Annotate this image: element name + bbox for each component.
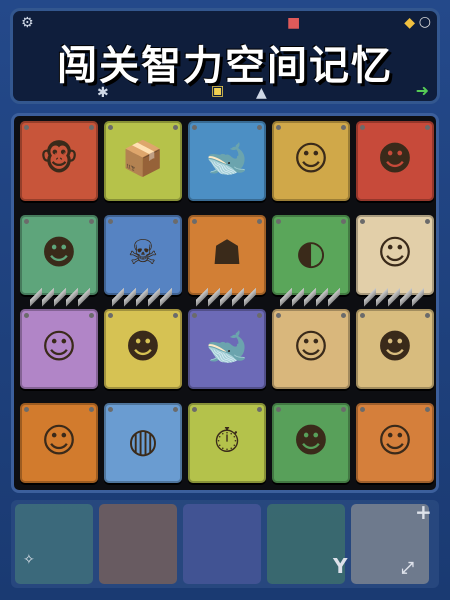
memory-tile-bald[interactable]: ☻ — [356, 121, 434, 201]
blonde-icon: ☺ — [41, 421, 77, 461]
spike-trap — [364, 286, 424, 308]
red-gem-icon: ■ — [287, 15, 301, 31]
memory-tile-man[interactable]: ☻ — [104, 309, 182, 389]
memory-tile-stopwatch[interactable]: ⏱ — [188, 403, 266, 483]
chevron-up-icon[interactable]: ▲ — [256, 85, 267, 101]
memory-tile-baby[interactable]: ☺ — [20, 309, 98, 389]
bowl-icon: ☻ — [293, 421, 329, 461]
baby-icon: ☺ — [41, 327, 77, 367]
memory-tile-skull[interactable]: ☠ — [104, 215, 182, 295]
box-icon: 📦 — [121, 139, 165, 179]
memory-tile-boy2[interactable]: ☺ — [356, 215, 434, 295]
man2-icon: ☻ — [377, 327, 413, 367]
game-title: 闯关智力空间记忆 — [57, 43, 393, 89]
bird-icon: ◐ — [296, 233, 326, 273]
memory-tile-boy3[interactable]: ☺ — [272, 309, 350, 389]
spike-trap — [30, 286, 90, 308]
curly-icon: ☺ — [377, 421, 413, 461]
boy-icon: ☺ — [293, 139, 329, 179]
bald-icon: ☻ — [377, 139, 413, 179]
frank-icon: ☻ — [41, 233, 77, 273]
orca-icon: 🐋 — [205, 139, 249, 179]
tray-tile — [15, 504, 93, 584]
arrow-right-icon[interactable]: ➜ — [416, 81, 429, 100]
ball-icon: ◍ — [128, 421, 158, 461]
skull-icon: ☠ — [127, 233, 159, 273]
lock-icon[interactable]: ▣ — [211, 83, 224, 99]
memory-tile-blonde[interactable]: ☺ — [20, 403, 98, 483]
share-icon[interactable]: ⤢ — [401, 558, 414, 578]
memory-tile-monkey[interactable]: 🐵 — [20, 121, 98, 201]
tray-tile — [99, 504, 177, 584]
memory-tile-monster[interactable]: ☗ — [188, 215, 266, 295]
spike-trap — [196, 286, 256, 308]
stopwatch-icon: ⏱ — [213, 421, 241, 461]
memory-tile-orca[interactable]: 🐋 — [188, 121, 266, 201]
memory-tile-frank[interactable]: ☻ — [20, 215, 98, 295]
ring-icon: ○ — [418, 14, 431, 30]
memory-tile-boy[interactable]: ☺ — [272, 121, 350, 201]
title-bar: 闯关智力空间记忆 ⚙ ■ ◆ ○ ✱ ▣ ▲ ➜ — [10, 8, 440, 104]
monster-icon: ☗ — [211, 233, 243, 273]
monkey-icon: 🐵 — [39, 139, 79, 179]
reflection-tray: + Y ⤢ ✧ — [11, 500, 439, 588]
memory-tile-bowl[interactable]: ☻ — [272, 403, 350, 483]
antenna-icon: Y — [333, 554, 348, 578]
memory-tile-curly[interactable]: ☺ — [356, 403, 434, 483]
plus-icon[interactable]: + — [415, 500, 432, 524]
boy2-icon: ☺ — [377, 233, 413, 273]
memory-tile-ball[interactable]: ◍ — [104, 403, 182, 483]
memory-tile-bird[interactable]: ◐ — [272, 215, 350, 295]
gem-icon: ✧ — [23, 552, 35, 568]
tray-tile — [183, 504, 261, 584]
man-icon: ☻ — [125, 327, 161, 367]
gear-icon[interactable]: ⚙ — [21, 15, 34, 31]
coin-icon[interactable]: ◆ — [404, 15, 415, 31]
memory-tile-box[interactable]: 📦 — [104, 121, 182, 201]
snowflake-icon: ✱ — [97, 85, 109, 101]
orca2-icon: 🐋 — [205, 327, 249, 367]
boy3-icon: ☺ — [293, 327, 329, 367]
memory-tile-man2[interactable]: ☻ — [356, 309, 434, 389]
memory-tile-orca2[interactable]: 🐋 — [188, 309, 266, 389]
spike-trap — [280, 286, 340, 308]
spike-trap — [112, 286, 172, 308]
